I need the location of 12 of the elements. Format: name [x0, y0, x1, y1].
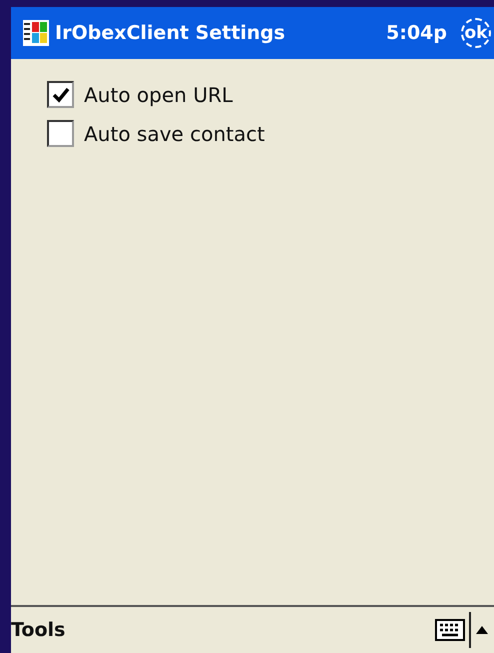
windows-flag-icon [23, 19, 49, 47]
menu-item[interactable]: Tools [11, 619, 435, 641]
checkbox[interactable] [47, 81, 74, 108]
window-title: IrObexClient Settings [55, 22, 286, 44]
ok-button[interactable]: ok [461, 18, 491, 48]
clock-time: 5:04p [386, 22, 447, 44]
checkbox-label: Auto open URL [84, 82, 233, 106]
checkbox-label: Auto save contact [84, 122, 265, 146]
check-icon [52, 86, 70, 102]
up-arrow-icon[interactable] [476, 626, 488, 634]
keyboard-icon[interactable] [435, 619, 465, 641]
checkbox[interactable] [47, 120, 74, 147]
